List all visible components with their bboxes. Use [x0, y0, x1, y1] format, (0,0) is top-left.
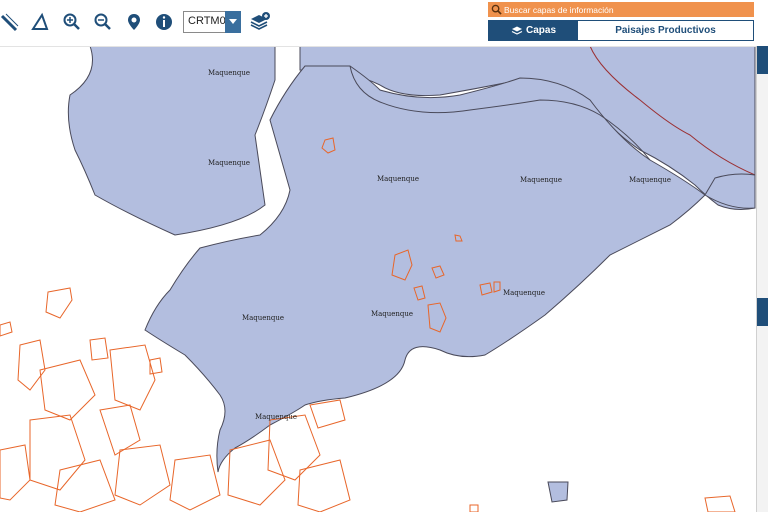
search-placeholder: Buscar capas de información	[504, 4, 614, 15]
map-canvas[interactable]: Maquenque Maquenque Maquenque Maquenque …	[0, 0, 768, 512]
map-label: Maquenque	[208, 69, 250, 77]
map-label: Maquenque	[242, 314, 284, 322]
map-label: Maquenque	[371, 310, 413, 318]
layers-icon	[511, 26, 523, 35]
tab-capas-label: Capas	[525, 25, 556, 36]
layer-search-input[interactable]: Buscar capas de información	[488, 2, 754, 17]
zoom-out-icon[interactable]	[91, 10, 115, 34]
panel-tabs: Capas Paisajes Productivos	[488, 20, 754, 41]
tab-paisajes-productivos[interactable]: Paisajes Productivos	[578, 21, 753, 40]
map-label: Maquenque	[208, 159, 250, 167]
layers-add-icon[interactable]	[248, 10, 272, 34]
tab-capas[interactable]: Capas	[489, 21, 578, 40]
map-region-small	[547, 481, 569, 503]
map-toolbar: CRTM05 Buscar capas de información Capas…	[0, 0, 768, 47]
location-pin-icon[interactable]	[122, 10, 146, 34]
side-panel-header	[757, 46, 768, 74]
measure-line-icon[interactable]	[0, 10, 22, 34]
crs-select[interactable]: CRTM05	[183, 11, 241, 33]
chevron-down-icon[interactable]	[225, 11, 241, 33]
side-panel-strip[interactable]	[756, 46, 768, 512]
side-panel-header	[757, 298, 768, 326]
map-label: Maquenque	[629, 176, 671, 184]
map-label: Maquenque	[377, 175, 419, 183]
zoom-in-icon[interactable]	[60, 10, 84, 34]
tab-paisajes-label: Paisajes Productivos	[615, 25, 716, 36]
info-icon[interactable]	[152, 10, 176, 34]
measure-area-icon[interactable]	[28, 10, 52, 34]
map-label: Maquenque	[255, 413, 297, 421]
map-label: Maquenque	[503, 289, 545, 297]
search-icon	[491, 4, 502, 15]
map-label: Maquenque	[520, 176, 562, 184]
